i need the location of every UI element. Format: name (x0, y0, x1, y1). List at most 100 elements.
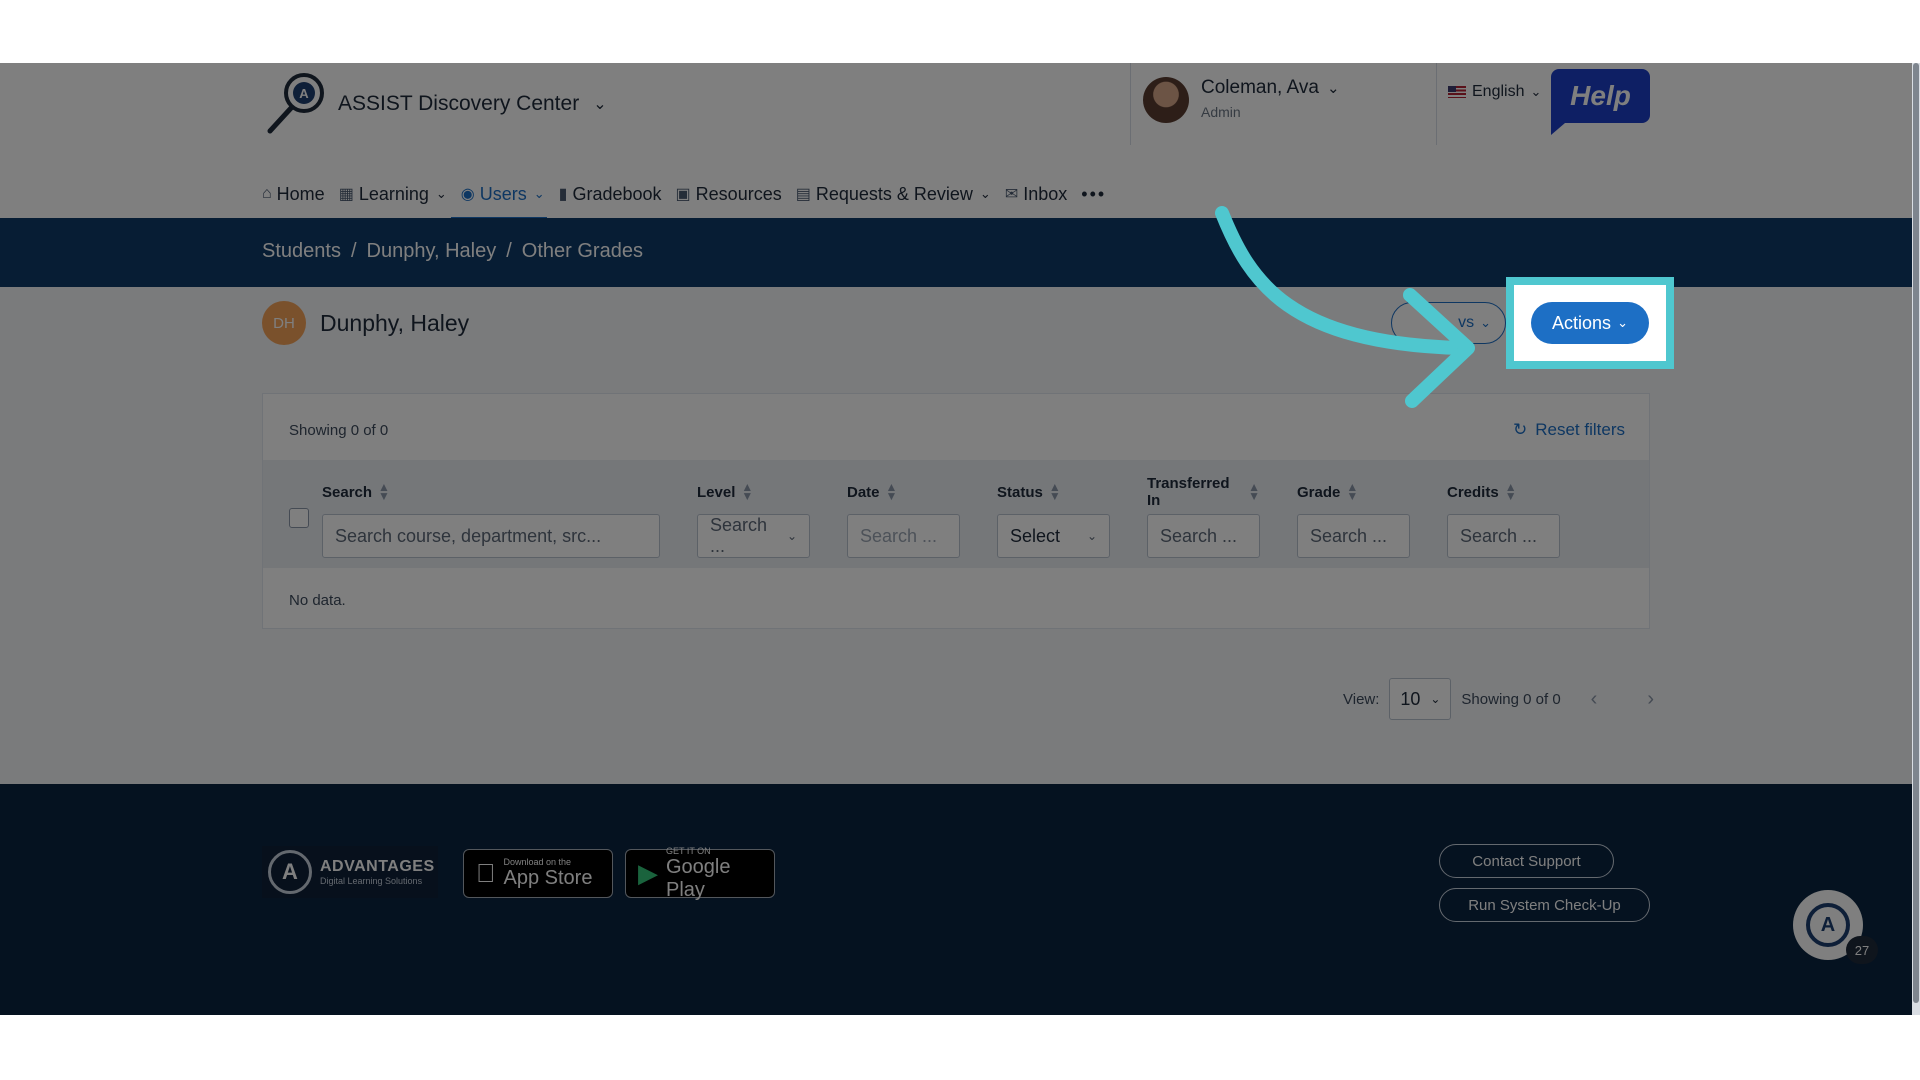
pagination-showing: Showing 0 of 0 (1461, 690, 1561, 708)
chat-logo-icon: A (1806, 903, 1850, 947)
app-store-big-text: App Store (484, 867, 593, 889)
date-input[interactable]: Search ... (847, 514, 960, 558)
svg-text:A: A (299, 86, 309, 101)
chevron-down-icon: ⌄ (1086, 529, 1097, 543)
nav-label: Resources (695, 183, 782, 204)
sort-icon: ▲ ▼ (1346, 480, 1359, 503)
footer: A ADVANTAGES Digital Learning Solutions … (0, 784, 1920, 1015)
help-button[interactable]: Help (1551, 69, 1650, 135)
user-menu[interactable]: Coleman, Ava ⌄ Admin (1130, 63, 1437, 145)
filter-header-row: Search ▲ ▼ Search course, department, src.… (263, 460, 1649, 568)
app-brand[interactable]: A ASSIST Discovery Center ⌄ (262, 71, 607, 137)
mail-icon: ✉ (1004, 186, 1019, 203)
chevron-down-icon: ⌄ (593, 96, 607, 113)
column-header[interactable]: Grade ▲ ▼ (1297, 478, 1410, 506)
column-header[interactable]: Level ▲ ▼ (697, 478, 810, 506)
sort-icon: ▲ ▼ (1504, 480, 1517, 503)
student-name: Dunphy, Haley (320, 309, 470, 336)
actions-label: Actions (1552, 312, 1612, 333)
column-grade: Grade ▲ ▼ Search ... (1297, 478, 1410, 558)
user-name: Coleman, Ava (1201, 77, 1319, 98)
app-store-small-text: Download on the (484, 857, 572, 867)
nav-item-users[interactable]: ◉ Users ⌄ (450, 171, 547, 220)
google-play-badge[interactable]: ▶ GET IT ON Google Play (625, 845, 775, 901)
avatar (1143, 77, 1189, 123)
search-input[interactable]: Search course, department, src... (322, 514, 660, 558)
clipboard-icon: ▤ (795, 186, 811, 203)
breadcrumb-student[interactable]: Dunphy, Haley (367, 240, 497, 263)
results-count: Showing 0 of 0 (289, 422, 389, 439)
run-system-checkup-button[interactable]: Run System Check-Up (1439, 888, 1650, 922)
placeholder-text: Search course, department, src... (335, 525, 602, 546)
sort-icon: ▲ ▼ (378, 480, 390, 503)
transferred-in-input[interactable]: Search ... (1147, 514, 1260, 558)
placeholder-text: Search ... (1160, 525, 1238, 546)
reset-filters-label: Reset filters (1535, 420, 1625, 439)
google-play-small-text: GET IT ON (666, 845, 711, 856)
nav-label: Home (276, 183, 325, 204)
prev-page-icon[interactable]: ‹ (1591, 688, 1598, 711)
grade-input[interactable]: Search ... (1297, 514, 1410, 558)
chevron-down-icon: ⌄ (786, 529, 797, 543)
column-header[interactable]: Status ▲ ▼ (997, 478, 1110, 506)
actions-button[interactable]: Actions ⌄ (1531, 302, 1649, 344)
nav-label: Learning (358, 183, 429, 204)
page-scrollbar[interactable] (1912, 63, 1920, 1015)
language-selector[interactable]: English ⌄ (1448, 83, 1541, 101)
more-dots-icon: ••• (1081, 183, 1107, 204)
column-header[interactable]: Credits ▲ ▼ (1447, 478, 1560, 506)
breadcrumb-students[interactable]: Students (262, 240, 341, 263)
student-header: DH Dunphy, Haley (262, 301, 469, 345)
select-all-checkbox[interactable] (289, 508, 309, 528)
sort-icon: ▲ ▼ (741, 480, 754, 503)
column-credits: Credits ▲ ▼ Search ... (1447, 478, 1560, 558)
top-header: A ASSIST Discovery Center ⌄ Coleman, Ava… (0, 63, 1920, 220)
nav-item-learning[interactable]: ▦ Learning ⌄ (339, 171, 447, 217)
nav-label: Users (479, 183, 527, 204)
select-value: Select (1010, 525, 1061, 546)
user-circle-icon: ◉ (460, 186, 475, 203)
status-select[interactable]: Select ⌄ (997, 514, 1110, 558)
nav-more-button[interactable]: ••• (1081, 171, 1106, 217)
nav-item-requests-review[interactable]: ▤ Requests & Review ⌄ (796, 171, 991, 217)
column-label: Search (322, 483, 373, 501)
app-store-badge[interactable]:  Download on the App Store (463, 849, 613, 898)
nav-item-gradebook[interactable]: ▮ Gradebook (559, 171, 662, 217)
nav-label: Requests & Review (815, 183, 973, 204)
page-size-select[interactable]: 10 ⌄ (1389, 678, 1452, 720)
placeholder-text: Search ... (710, 515, 768, 556)
placeholder-text: Search ... (860, 525, 938, 546)
level-select[interactable]: Search ... ⌄ (697, 514, 810, 558)
language-label: English (1472, 83, 1525, 100)
play-triangle-icon: ▶ (638, 858, 658, 888)
app-frame: A ASSIST Discovery Center ⌄ Coleman, Ava… (0, 63, 1920, 1015)
avatar: DH (262, 301, 306, 345)
next-page-icon[interactable]: › (1647, 688, 1654, 711)
sort-icon: ▲ ▼ (1248, 480, 1260, 503)
nav-item-resources[interactable]: ▣ Resources (676, 171, 782, 217)
nav-item-home[interactable]: ⌂ Home (262, 171, 325, 217)
advantages-logo[interactable]: A ADVANTAGES Digital Learning Solutions (262, 846, 438, 898)
sort-icon: ▲ ▼ (885, 480, 898, 503)
breadcrumb: Students / Dunphy, Haley / Other Grades (262, 240, 643, 263)
pagination: View: 10 ⌄ Showing 0 of 0 ‹ › (1343, 678, 1654, 720)
breadcrumb-separator: / (350, 240, 357, 262)
breadcrumb-current: Other Grades (521, 240, 643, 262)
apple-icon:  (476, 858, 496, 889)
us-flag-icon (1448, 86, 1466, 98)
column-level: Level ▲ ▼ Search ... ⌄ (697, 478, 810, 558)
column-header[interactable]: Date ▲ ▼ (847, 478, 960, 506)
column-header[interactable]: Transferred In ▲ ▼ (1147, 475, 1260, 509)
credits-input[interactable]: Search ... (1447, 514, 1560, 558)
column-header[interactable]: Search ▲ ▼ (322, 478, 660, 506)
scrollbar-thumb[interactable] (1913, 63, 1919, 1003)
grid-icon: ▦ (338, 186, 354, 203)
breadcrumb-separator: / (506, 240, 512, 262)
chevron-down-icon: ⌄ (435, 186, 447, 201)
google-play-big-text: Google Play (666, 855, 731, 901)
brand-name: ADVANTAGES (320, 858, 435, 875)
nav-item-inbox[interactable]: ✉ Inbox (1005, 171, 1067, 217)
contact-support-button[interactable]: Contact Support (1439, 844, 1614, 878)
sort-icon: ▲ ▼ (1048, 480, 1061, 503)
page-size-value: 10 (1400, 688, 1421, 709)
